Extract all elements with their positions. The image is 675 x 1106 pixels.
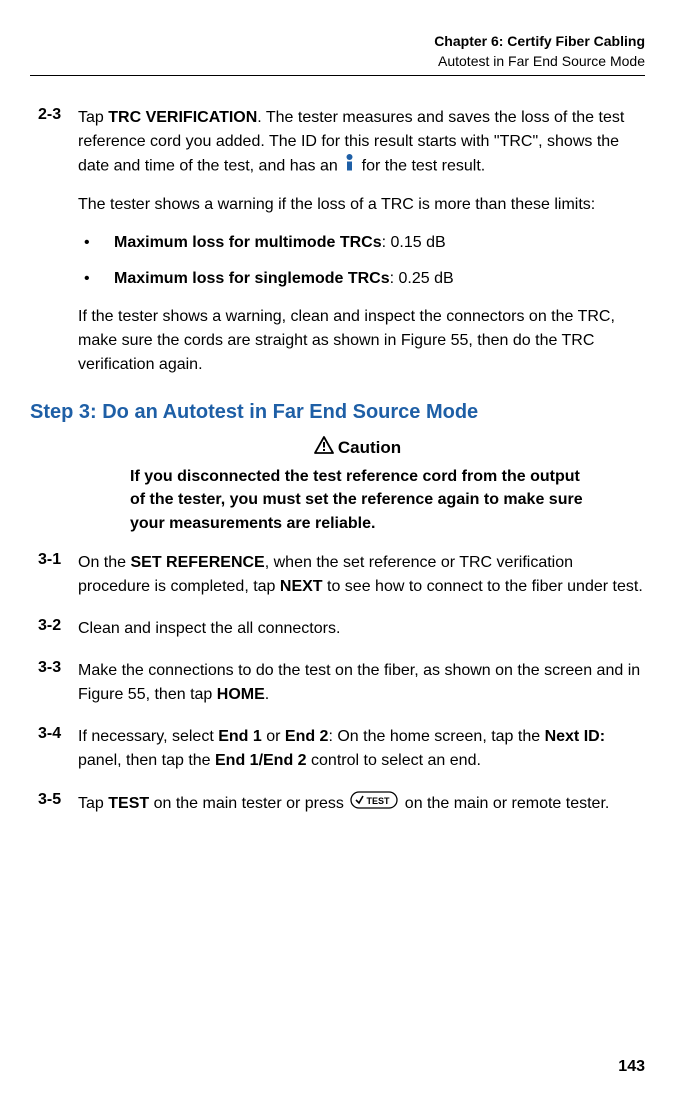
- step-body: If necessary, select End 1 or End 2: On …: [78, 725, 645, 773]
- chapter-title: Chapter 6: Certify Fiber Cabling: [30, 32, 645, 52]
- step-number: 2-3: [30, 106, 78, 377]
- list-item: • Maximum loss for singlemode TRCs: 0.25…: [84, 267, 645, 291]
- step-body: Clean and inspect the all connectors.: [78, 617, 645, 641]
- paragraph: Tap TRC VERIFICATION. The tester measure…: [78, 106, 645, 179]
- step-number: 3-1: [30, 551, 78, 599]
- paragraph: The tester shows a warning if the loss o…: [78, 193, 645, 217]
- step-body: On the SET REFERENCE, when the set refer…: [78, 551, 645, 599]
- paragraph: Make the connections to do the test on t…: [78, 659, 645, 707]
- paragraph: If the tester shows a warning, clean and…: [78, 305, 645, 377]
- paragraph: On the SET REFERENCE, when the set refer…: [78, 551, 645, 599]
- step-number: 3-2: [30, 617, 78, 641]
- svg-text:TEST: TEST: [367, 796, 391, 806]
- step-3-3: 3-3 Make the connections to do the test …: [30, 659, 645, 707]
- page-header: Chapter 6: Certify Fiber Cabling Autotes…: [30, 32, 645, 71]
- page-number: 143: [618, 1058, 645, 1076]
- bullet-list: • Maximum loss for multimode TRCs: 0.15 …: [84, 231, 645, 291]
- caution-block: Caution If you disconnected the test ref…: [130, 436, 585, 535]
- caution-title: Caution: [130, 436, 585, 459]
- caution-text: If you disconnected the test reference c…: [130, 465, 585, 535]
- step-body: Tap TEST on the main tester or press TES…: [78, 791, 645, 817]
- list-item: • Maximum loss for multimode TRCs: 0.15 …: [84, 231, 645, 255]
- step-3-1: 3-1 On the SET REFERENCE, when the set r…: [30, 551, 645, 599]
- step-3-2: 3-2 Clean and inspect the all connectors…: [30, 617, 645, 641]
- bullet-marker: •: [84, 267, 114, 291]
- step-3-heading: Step 3: Do an Autotest in Far End Source…: [30, 401, 645, 424]
- step-2-3: 2-3 Tap TRC VERIFICATION. The tester mea…: [30, 106, 645, 377]
- bullet-marker: •: [84, 231, 114, 255]
- warning-icon: [314, 436, 334, 459]
- paragraph: If necessary, select End 1 or End 2: On …: [78, 725, 645, 773]
- step-3-4: 3-4 If necessary, select End 1 or End 2:…: [30, 725, 645, 773]
- step-body: Make the connections to do the test on t…: [78, 659, 645, 707]
- section-title: Autotest in Far End Source Mode: [30, 52, 645, 72]
- step-number: 3-5: [30, 791, 78, 817]
- info-icon: [344, 154, 355, 179]
- step-body: Tap TRC VERIFICATION. The tester measure…: [78, 106, 645, 377]
- paragraph: Tap TEST on the main tester or press TES…: [78, 791, 645, 817]
- paragraph: Clean and inspect the all connectors.: [78, 617, 645, 641]
- step-number: 3-4: [30, 725, 78, 773]
- header-rule: [30, 75, 645, 76]
- step-3-5: 3-5 Tap TEST on the main tester or press…: [30, 791, 645, 817]
- step-number: 3-3: [30, 659, 78, 707]
- test-button-icon: TEST: [350, 791, 398, 817]
